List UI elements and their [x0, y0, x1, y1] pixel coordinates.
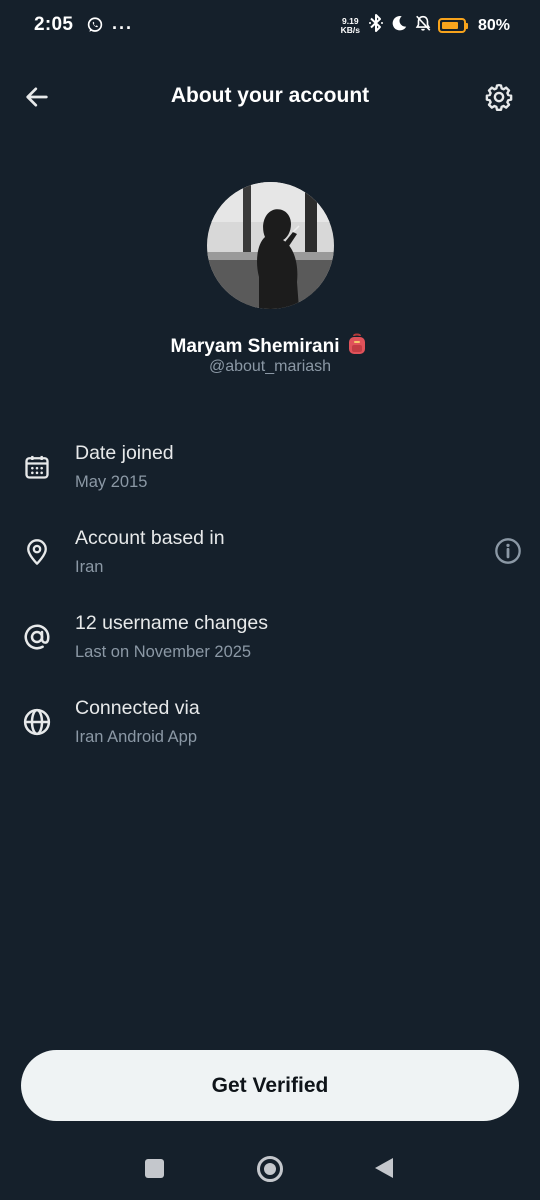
info-title: Connected via [75, 697, 200, 719]
back-triangle-icon[interactable] [375, 1158, 393, 1178]
page-title: About your account [170, 84, 370, 107]
system-nav-bar [0, 1140, 540, 1200]
bell-off-icon [414, 14, 432, 37]
home-dot [264, 1163, 276, 1175]
info-subtitle: Iran Android App [75, 728, 198, 746]
avatar-photo [207, 182, 334, 309]
info-circle-icon[interactable] [494, 537, 522, 565]
recents-square-icon[interactable] [145, 1159, 164, 1178]
info-title: 12 username changes [75, 612, 268, 634]
location-pin-icon [22, 537, 52, 567]
battery-fill [441, 22, 458, 29]
info-item-date-joined: Date joined May 2015 [0, 442, 540, 502]
info-item-account-based-in: Account based in Iran [0, 527, 540, 587]
globe-icon [22, 707, 52, 737]
status-time: 2:05 [34, 14, 74, 35]
info-subtitle: Last on November 2025 [75, 643, 252, 661]
status-left-icons: ··· [86, 16, 133, 39]
info-item-username-changes: 12 username changes Last on November 202… [0, 612, 540, 672]
bluetooth-icon [368, 13, 384, 38]
network-speed: 9.19 KB/s [340, 16, 360, 35]
get-verified-button[interactable]: Get Verified [21, 1050, 519, 1121]
avatar[interactable] [207, 182, 334, 309]
about-account-screen: 2:05 ··· 9.19 KB/s 80% About your accoun… [0, 0, 540, 1200]
info-subtitle: Iran [75, 558, 104, 576]
info-title: Account based in [75, 527, 225, 549]
settings-button[interactable] [482, 80, 516, 114]
status-more-icon: ··· [112, 17, 133, 38]
home-circle-icon[interactable] [257, 1156, 283, 1182]
net-speed-unit: KB/s [340, 24, 360, 35]
header: About your account [0, 70, 540, 124]
calendar-icon [22, 452, 52, 482]
info-title: Date joined [75, 442, 174, 464]
info-item-connected-via: Connected via Iran Android App [0, 697, 540, 757]
battery-body [437, 18, 466, 33]
profile-handle: @about_mariash [208, 358, 332, 375]
info-subtitle: May 2015 [75, 473, 148, 491]
at-sign-icon [22, 622, 52, 652]
gear-icon [485, 83, 513, 111]
status-bar: 2:05 ··· 9.19 KB/s 80% [0, 0, 540, 54]
battery-tip [465, 22, 468, 29]
battery-percent: 80% [477, 16, 510, 34]
profile-name: Maryam Shemirani [170, 335, 340, 357]
battery-icon [437, 18, 468, 33]
whatsapp-icon [86, 16, 104, 39]
backpack-emoji [345, 332, 369, 361]
profile-name-row: Maryam Shemirani [0, 332, 540, 361]
status-right-icons: 9.19 KB/s 80% [341, 13, 510, 38]
moon-icon [390, 14, 408, 37]
